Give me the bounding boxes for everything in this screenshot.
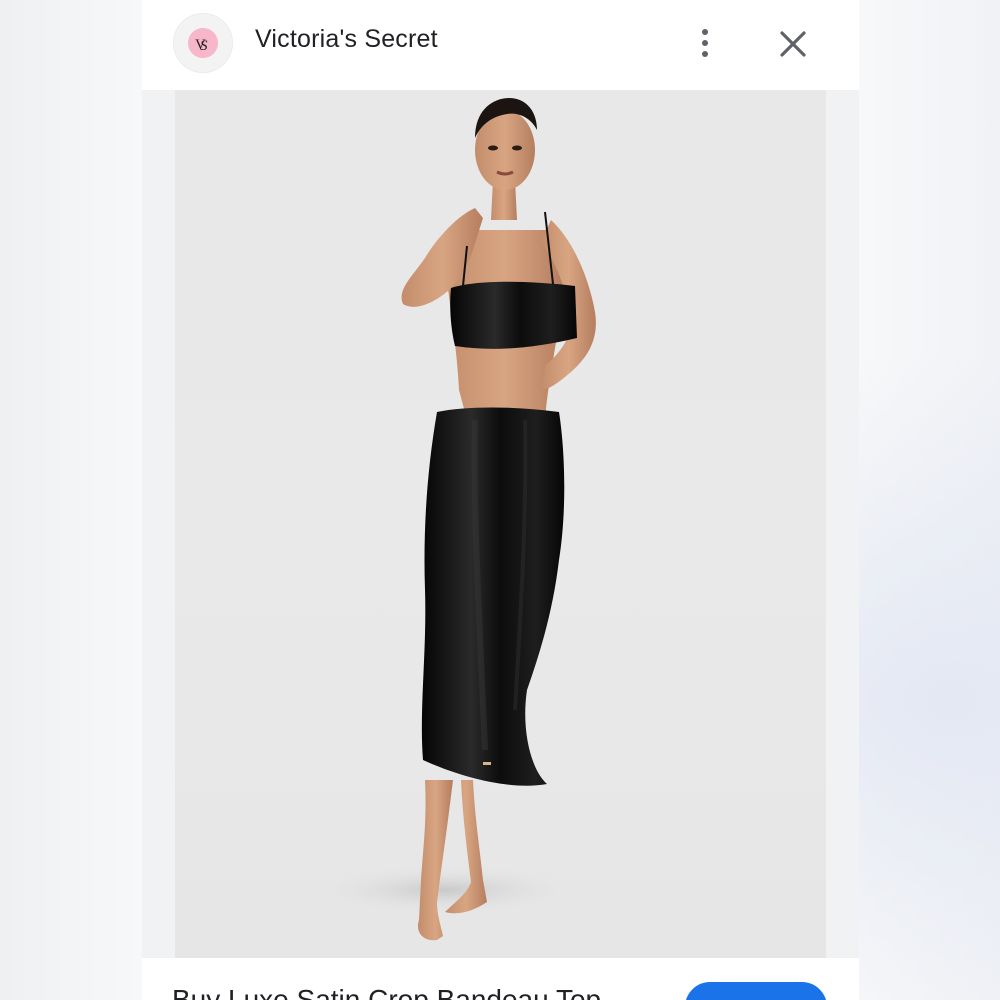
vs-monogram-icon: V S <box>188 28 218 58</box>
image-preview-sheet: V S Victoria's Secret Buy Luxe Satin Cro… <box>142 0 859 1000</box>
preview-header: V S Victoria's Secret <box>142 0 859 90</box>
more-options-button[interactable] <box>690 22 720 64</box>
site-logo[interactable]: V S <box>173 13 233 73</box>
svg-text:S: S <box>200 38 208 54</box>
product-title[interactable]: Buy Luxe Satin Crop Bandeau Top <box>172 984 601 1000</box>
model-illustration <box>305 98 596 941</box>
site-name[interactable]: Victoria's Secret <box>255 25 438 54</box>
preview-footer: Buy Luxe Satin Crop Bandeau Top <box>142 958 859 1000</box>
close-button[interactable] <box>774 25 812 63</box>
close-icon <box>780 31 806 57</box>
product-photo[interactable] <box>175 90 826 958</box>
visit-button[interactable] <box>685 982 827 1000</box>
image-area <box>142 90 859 958</box>
